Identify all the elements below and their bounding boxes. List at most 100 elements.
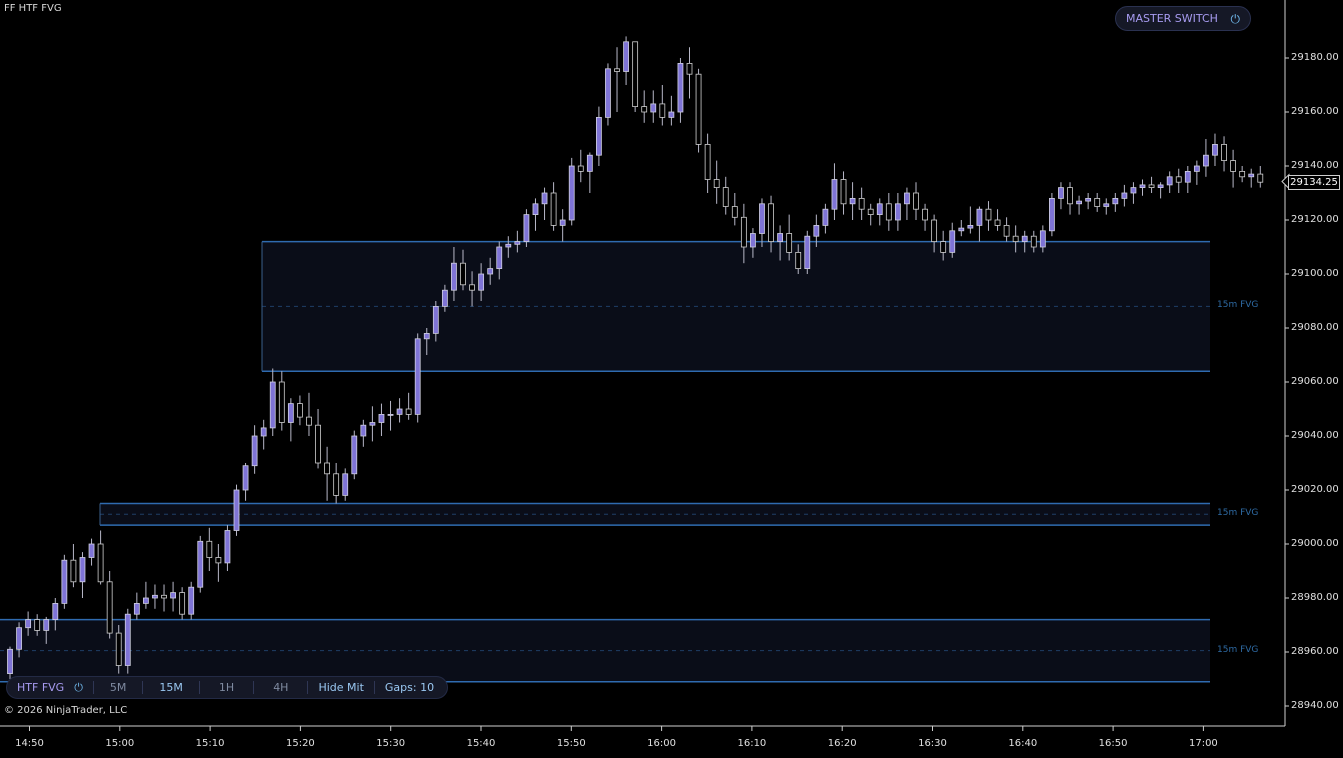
candle-body xyxy=(922,208,928,221)
candle-body xyxy=(1221,143,1227,161)
candle-body xyxy=(378,413,385,423)
time-tick-label: 15:40 xyxy=(466,738,496,749)
candle-body xyxy=(1058,187,1064,199)
candle-body xyxy=(958,227,965,232)
candle-body xyxy=(70,559,77,583)
tf-15m-button[interactable]: 15M xyxy=(143,677,199,698)
tf-5m-button[interactable]: 5M xyxy=(94,677,143,698)
tf-1h-button[interactable]: 1H xyxy=(200,677,253,698)
candle-body xyxy=(142,597,149,604)
candle-body xyxy=(242,465,249,491)
candle-body xyxy=(1257,173,1264,183)
candle-body xyxy=(405,408,412,415)
candle-body xyxy=(25,619,32,629)
candle-body xyxy=(831,179,838,210)
gaps-count-button[interactable]: Gaps: 10 xyxy=(375,677,444,698)
candle-body xyxy=(7,648,13,674)
candle-body xyxy=(713,179,720,188)
time-tick-label: 16:40 xyxy=(1008,738,1038,749)
candle-body xyxy=(1121,192,1128,199)
candle-body xyxy=(52,603,59,621)
price-chart[interactable] xyxy=(0,0,1343,758)
candle-body xyxy=(260,427,267,437)
time-tick-label: 16:30 xyxy=(918,738,947,749)
master-switch-button[interactable]: MASTER SWITCH ⏻ xyxy=(1115,6,1251,31)
candle-body xyxy=(333,473,340,496)
fvg-zone xyxy=(0,619,1210,682)
candle-body xyxy=(804,235,811,269)
candle-body xyxy=(876,203,883,216)
candle-body xyxy=(414,338,421,415)
candle-body xyxy=(740,216,747,248)
tf-4h-button[interactable]: 4H xyxy=(254,677,307,698)
candle-body xyxy=(605,68,611,118)
candle-body xyxy=(97,543,104,583)
candle-body xyxy=(206,540,213,558)
master-switch-label: MASTER SWITCH xyxy=(1126,12,1218,25)
candle-body xyxy=(324,462,331,475)
candle-body xyxy=(1148,184,1155,188)
price-tick-label: 29060.00 xyxy=(1291,376,1339,387)
candle-body xyxy=(1193,165,1200,172)
candle-body xyxy=(1094,197,1101,207)
candle-body xyxy=(1248,173,1255,178)
htf-fvg-toggle[interactable]: HTF FVG ⏻ xyxy=(7,677,93,698)
candle-body xyxy=(596,117,602,156)
candle-body xyxy=(577,165,584,172)
candle-body xyxy=(550,192,557,226)
candle-body xyxy=(179,592,186,615)
candle-body xyxy=(568,165,575,221)
candle-body xyxy=(487,268,494,275)
candle-body xyxy=(967,224,974,229)
candle-body xyxy=(61,559,68,604)
candle-body xyxy=(1067,187,1073,205)
hide-mitigated-button[interactable]: Hide Mit xyxy=(308,677,373,698)
candle-body xyxy=(152,594,158,599)
time-tick-label: 16:50 xyxy=(1098,738,1128,749)
candle-body xyxy=(496,246,503,270)
candle-body xyxy=(1076,200,1082,205)
candle-body xyxy=(650,103,657,113)
candle-body xyxy=(867,208,874,215)
candle-body xyxy=(768,203,774,243)
candle-body xyxy=(894,203,901,221)
candle-body xyxy=(985,208,992,221)
price-tick-label: 28980.00 xyxy=(1291,592,1339,603)
price-tick-label: 29120.00 xyxy=(1291,214,1339,225)
fvg-zone-label: 15m FVG xyxy=(1217,300,1259,311)
candle-body xyxy=(1203,154,1209,167)
time-tick-label: 17:00 xyxy=(1188,738,1218,749)
candle-body xyxy=(750,233,756,248)
candle-body xyxy=(532,203,539,216)
candle-body xyxy=(106,581,113,634)
candle-body xyxy=(451,262,457,291)
candle-body xyxy=(623,41,629,72)
candle-body xyxy=(1212,143,1218,156)
candle-body xyxy=(677,63,684,113)
candle-body xyxy=(858,197,865,210)
power-icon: ⏻ xyxy=(1230,12,1241,26)
candle-body xyxy=(795,251,802,269)
price-tick-label: 29040.00 xyxy=(1291,430,1339,441)
candle-body xyxy=(686,63,693,75)
candle-body xyxy=(278,381,285,423)
candle-body xyxy=(1157,184,1164,188)
time-tick-label: 16:00 xyxy=(647,738,677,749)
candle-body xyxy=(34,619,41,631)
candle-body xyxy=(441,289,448,307)
htf-fvg-label: HTF FVG xyxy=(17,681,65,694)
candle-body xyxy=(16,627,22,650)
candle-body xyxy=(124,613,131,666)
time-tick-label: 15:20 xyxy=(285,738,315,749)
candle-body xyxy=(904,192,910,205)
candle-body xyxy=(1103,203,1110,207)
candle-body xyxy=(43,619,50,631)
price-tick-label: 29000.00 xyxy=(1291,538,1339,549)
power-icon: ⏻ xyxy=(74,680,83,694)
candle-body xyxy=(541,192,548,205)
time-tick-label: 16:10 xyxy=(737,738,767,749)
fvg-zone-label: 15m FVG xyxy=(1217,644,1259,655)
candle-body xyxy=(1039,230,1046,248)
candle-body xyxy=(813,224,820,237)
candle-body xyxy=(79,557,86,583)
